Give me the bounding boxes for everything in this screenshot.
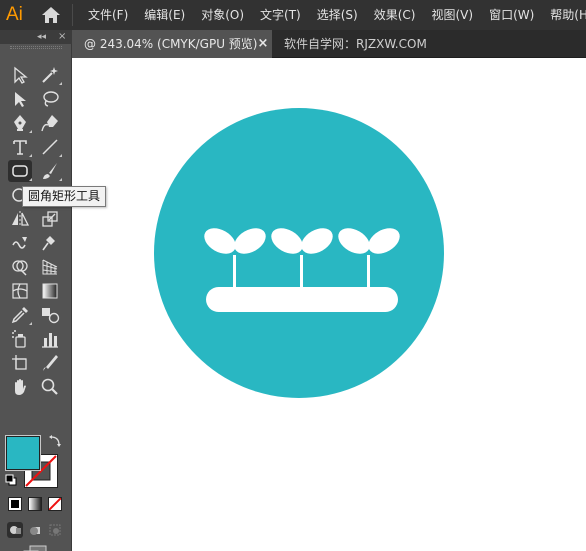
hand-tool-icon[interactable] bbox=[8, 376, 32, 398]
artboard-tool-icon[interactable] bbox=[8, 352, 32, 374]
menu-bar: Ai 文件(F) 编辑(E) 对象(O) 文字(T) 选择(S) 效果(C) 视… bbox=[0, 0, 586, 30]
reflect-tool-icon[interactable] bbox=[8, 208, 32, 230]
sprout-stem-3 bbox=[367, 255, 370, 289]
tool-flyout-indicator bbox=[29, 322, 32, 325]
document-tab-label: @ 243.04% (CMYK/GPU 预览) bbox=[84, 37, 258, 51]
main-menu: 文件(F) 编辑(E) 对象(O) 文字(T) 选择(S) 效果(C) 视图(V… bbox=[80, 0, 586, 30]
gradient-tool-icon[interactable] bbox=[38, 280, 62, 302]
pen-tool-icon[interactable] bbox=[8, 112, 32, 134]
sprout-artwork[interactable] bbox=[154, 108, 444, 398]
collapse-panel-icon[interactable]: ◂◂ bbox=[37, 30, 46, 44]
slice-tool-icon[interactable] bbox=[38, 352, 62, 374]
menu-divider bbox=[72, 4, 73, 26]
sprout-stem-1 bbox=[233, 255, 236, 289]
line-segment-icon[interactable] bbox=[38, 136, 62, 158]
app-logo: Ai bbox=[6, 4, 23, 25]
selection-tool-icon[interactable] bbox=[8, 64, 32, 86]
rounded-rectangle-tool-icon[interactable] bbox=[8, 160, 32, 182]
tool-flyout-indicator bbox=[59, 154, 62, 157]
menu-object[interactable]: 对象(O) bbox=[193, 0, 252, 30]
draw-behind-icon[interactable] bbox=[27, 522, 43, 538]
magic-wand-icon[interactable] bbox=[38, 64, 62, 86]
scale-tool-icon[interactable] bbox=[38, 208, 62, 230]
gradient-mode-button[interactable] bbox=[28, 497, 42, 511]
eyedropper-icon[interactable] bbox=[8, 304, 32, 326]
menu-file[interactable]: 文件(F) bbox=[80, 0, 136, 30]
tools-panel: ◂◂ × bbox=[0, 30, 72, 551]
document-tab-inactive[interactable]: 软件自学网：RJZXW.COM bbox=[284, 30, 427, 58]
perspective-grid-icon[interactable] bbox=[38, 256, 62, 278]
tool-flyout-indicator bbox=[29, 130, 32, 133]
home-icon[interactable] bbox=[40, 5, 62, 25]
tool-tooltip: 圆角矩形工具 bbox=[22, 186, 107, 207]
menu-window[interactable]: 窗口(W) bbox=[481, 0, 542, 30]
default-fill-stroke-icon[interactable] bbox=[5, 474, 17, 486]
tool-flyout-indicator bbox=[29, 154, 32, 157]
swap-fill-stroke-icon[interactable] bbox=[48, 434, 62, 448]
warp-tool-icon[interactable] bbox=[8, 232, 32, 254]
type-tool-icon[interactable] bbox=[8, 136, 32, 158]
paintbrush-icon[interactable] bbox=[38, 160, 62, 182]
document-tab-active[interactable]: @ 243.04% (CMYK/GPU 预览) bbox=[72, 30, 272, 58]
menu-help[interactable]: 帮助(H) bbox=[542, 0, 586, 30]
menu-effect[interactable]: 效果(C) bbox=[366, 0, 424, 30]
blend-tool-icon[interactable] bbox=[38, 304, 62, 326]
document-tab-inactive-label: 软件自学网：RJZXW.COM bbox=[284, 37, 427, 51]
menu-view[interactable]: 视图(V) bbox=[423, 0, 481, 30]
direct-selection-icon[interactable] bbox=[8, 88, 32, 110]
color-mode-button[interactable] bbox=[8, 497, 22, 511]
screen-mode-icon[interactable] bbox=[22, 545, 48, 551]
menu-edit[interactable]: 编辑(E) bbox=[136, 0, 193, 30]
panel-grip[interactable] bbox=[10, 46, 62, 49]
mesh-tool-icon[interactable] bbox=[8, 280, 32, 302]
artwork-circle[interactable] bbox=[154, 108, 444, 398]
artboard-canvas[interactable] bbox=[72, 59, 586, 551]
draw-normal-icon[interactable] bbox=[7, 522, 23, 538]
zoom-tool-icon[interactable] bbox=[38, 376, 62, 398]
close-tab-icon[interactable]: × bbox=[256, 30, 270, 58]
lasso-icon[interactable] bbox=[38, 88, 62, 110]
tool-flyout-indicator bbox=[59, 178, 62, 181]
fill-color-swatch[interactable] bbox=[5, 435, 41, 471]
sprout-stem-2 bbox=[300, 255, 303, 289]
menu-type[interactable]: 文字(T) bbox=[252, 0, 309, 30]
symbol-sprayer-icon[interactable] bbox=[8, 328, 32, 350]
planter-bar[interactable] bbox=[206, 287, 398, 312]
draw-inside-icon[interactable] bbox=[47, 522, 63, 538]
tools-panel-header: ◂◂ × bbox=[0, 30, 72, 44]
curvature-tool-icon[interactable] bbox=[38, 112, 62, 134]
document-tab-bar: @ 243.04% (CMYK/GPU 预览) × 软件自学网：RJZXW.CO… bbox=[72, 30, 586, 58]
close-panel-icon[interactable]: × bbox=[58, 30, 66, 44]
menu-select[interactable]: 选择(S) bbox=[309, 0, 366, 30]
tool-flyout-indicator bbox=[59, 82, 62, 85]
none-mode-button[interactable] bbox=[48, 497, 62, 511]
shape-builder-icon[interactable] bbox=[8, 256, 32, 278]
tool-flyout-indicator bbox=[29, 178, 32, 181]
puppet-warp-icon[interactable] bbox=[38, 232, 62, 254]
column-graph-icon[interactable] bbox=[38, 328, 62, 350]
